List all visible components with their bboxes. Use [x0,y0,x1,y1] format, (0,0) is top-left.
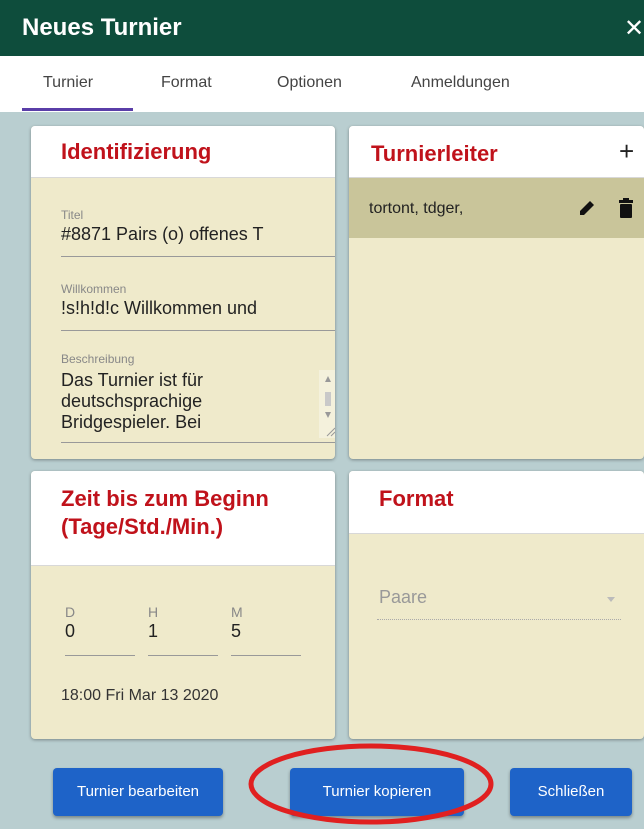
tab-optionen[interactable]: Optionen [277,74,342,92]
chevron-down-icon [605,591,617,609]
close-icon[interactable]: ✕ [624,14,644,42]
format-card: Format Paare [349,471,644,739]
hours-label: H [148,604,159,620]
format-select[interactable]: Paare [377,587,621,621]
dialog-content: Identifizierung Titel #8871 Pairs (o) of… [0,112,644,752]
directors-card-header: Turnierleiter + [349,126,644,178]
start-time-card: Zeit bis zum Beginn (Tage/Std./Min.) D 0… [31,471,335,739]
minutes-label: M [231,604,243,620]
days-label: D [65,604,76,620]
identification-card: Identifizierung Titel #8871 Pairs (o) of… [31,126,335,459]
trash-icon[interactable] [618,198,634,223]
format-select-underline [377,619,621,620]
titel-underline [61,256,335,257]
beschreibung-label: Beschreibung [61,352,135,366]
dialog-title: Neues Turnier [22,14,182,41]
directors-card: Turnierleiter + tortont, tdger, [349,126,644,459]
start-time-card-header: Zeit bis zum Beginn (Tage/Std./Min.) [31,471,335,566]
close-button[interactable]: Schließen [510,768,632,816]
titel-label: Titel [61,208,84,222]
willkommen-label: Willkommen [61,282,127,296]
format-select-value: Paare [379,587,428,607]
directors-title: Turnierleiter [371,141,498,166]
format-title: Format [379,486,454,511]
minutes-underline [231,655,301,656]
textarea-scrollbar[interactable] [319,370,335,438]
beschreibung-textarea[interactable]: Das Turnier ist für deutschsprachige Bri… [61,370,335,438]
beschreibung-text: Das Turnier ist für deutschsprachige Bri… [61,370,204,432]
hours-underline [148,655,218,656]
days-underline [65,655,135,656]
dialog-titlebar: Neues Turnier ✕ [0,0,644,56]
titel-input[interactable]: #8871 Pairs (o) offenes T [61,224,335,245]
identification-title: Identifizierung [61,139,212,164]
start-time-title: Zeit bis zum Beginn (Tage/Std./Min.) [61,486,269,539]
director-names: tortont, tdger, [369,200,464,217]
edit-tournament-button[interactable]: Turnier bearbeiten [53,768,223,816]
director-row[interactable]: tortont, tdger, [349,178,644,238]
willkommen-input[interactable]: !s!h!d!c Willkommen und [61,298,335,319]
scrollbar-graphic [325,376,335,437]
identification-card-header: Identifizierung [31,126,335,178]
add-director-icon[interactable]: + [619,136,634,167]
annotation-ellipse [248,743,494,825]
format-card-header: Format [349,471,644,534]
tab-anmeldungen[interactable]: Anmeldungen [411,74,510,92]
willkommen-underline [61,330,335,331]
tab-bar: Turnier Format Optionen Anmeldungen [0,56,644,113]
pencil-icon[interactable] [577,198,597,223]
tab-turnier[interactable]: Turnier [43,74,93,92]
active-tab-indicator [22,108,133,111]
beschreibung-underline [61,442,335,443]
days-input[interactable]: 0 [65,621,135,642]
minutes-input[interactable]: 5 [231,621,301,642]
start-datetime: 18:00 Fri Mar 13 2020 [61,687,219,704]
tab-format[interactable]: Format [161,74,212,92]
hours-input[interactable]: 1 [148,621,218,642]
